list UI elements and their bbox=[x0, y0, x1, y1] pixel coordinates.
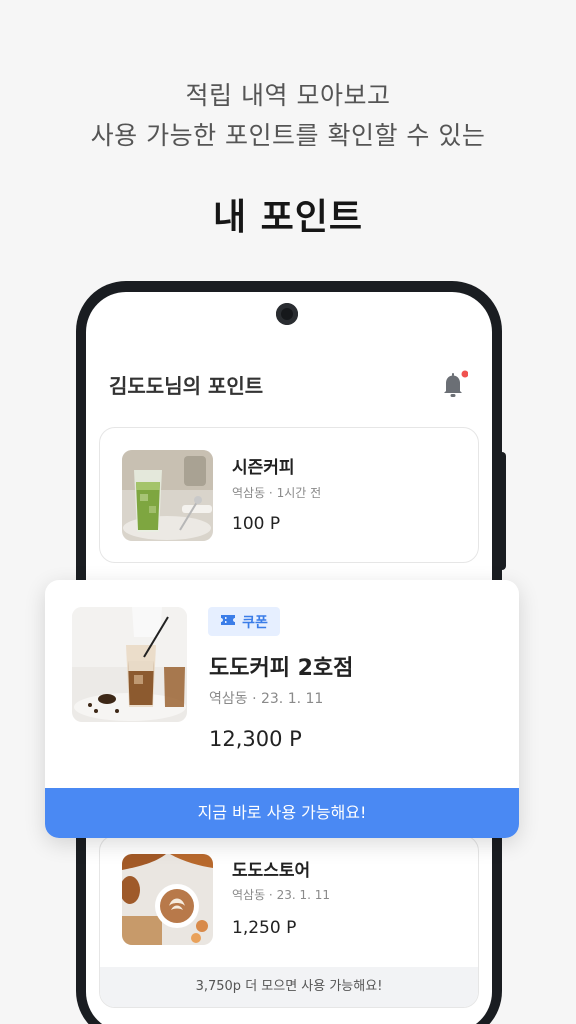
bell-icon[interactable] bbox=[440, 370, 469, 400]
use-now-button[interactable]: 지금 바로 사용 가능해요! bbox=[45, 788, 519, 838]
iced-coffee-image bbox=[72, 607, 187, 722]
promo-headline: 적립 내역 모아보고 사용 가능한 포인트를 확인할 수 있는 내 포인트 bbox=[0, 76, 576, 240]
store-name: 시즌커피 bbox=[232, 458, 295, 478]
front-camera bbox=[276, 303, 298, 325]
headline-title: 내 포인트 bbox=[212, 197, 363, 238]
point-amount: 100 P bbox=[232, 514, 281, 534]
latte-croissant-image bbox=[122, 854, 213, 945]
phone-side-button bbox=[500, 452, 506, 570]
store-name: 도도커피 2호점 bbox=[209, 656, 354, 681]
featured-point-card[interactable]: 쿠폰 도도커피 2호점 역삼동 · 23. 1. 11 12,300 P 지금 … bbox=[45, 580, 519, 838]
store-meta: 역삼동 · 23. 1. 11 bbox=[232, 888, 330, 902]
headline-line-1: 적립 내역 모아보고 bbox=[185, 81, 391, 110]
coupon-badge: 쿠폰 bbox=[208, 607, 280, 636]
page-title: 김도도님의 포인트 bbox=[109, 374, 264, 398]
badge-label: 쿠폰 bbox=[242, 614, 268, 631]
point-amount: 12,300 P bbox=[209, 727, 302, 751]
remaining-points-note: 3,750p 더 모으면 사용 가능해요! bbox=[100, 967, 478, 1007]
store-name: 도도스토어 bbox=[232, 861, 311, 881]
point-card[interactable]: 도도스토어 역삼동 · 23. 1. 11 1,250 P 3,750p 더 모… bbox=[99, 835, 479, 1008]
store-meta: 역삼동 · 1시간 전 bbox=[232, 486, 322, 500]
notification-dot bbox=[461, 370, 469, 378]
ticket-icon bbox=[220, 614, 236, 630]
headline-line-2: 사용 가능한 포인트를 확인할 수 있는 bbox=[90, 121, 486, 150]
point-amount: 1,250 P bbox=[232, 918, 297, 938]
matcha-latte-image bbox=[122, 450, 213, 541]
point-card[interactable]: 시즌커피 역삼동 · 1시간 전 100 P bbox=[99, 427, 479, 563]
store-meta: 역삼동 · 23. 1. 11 bbox=[209, 691, 324, 707]
